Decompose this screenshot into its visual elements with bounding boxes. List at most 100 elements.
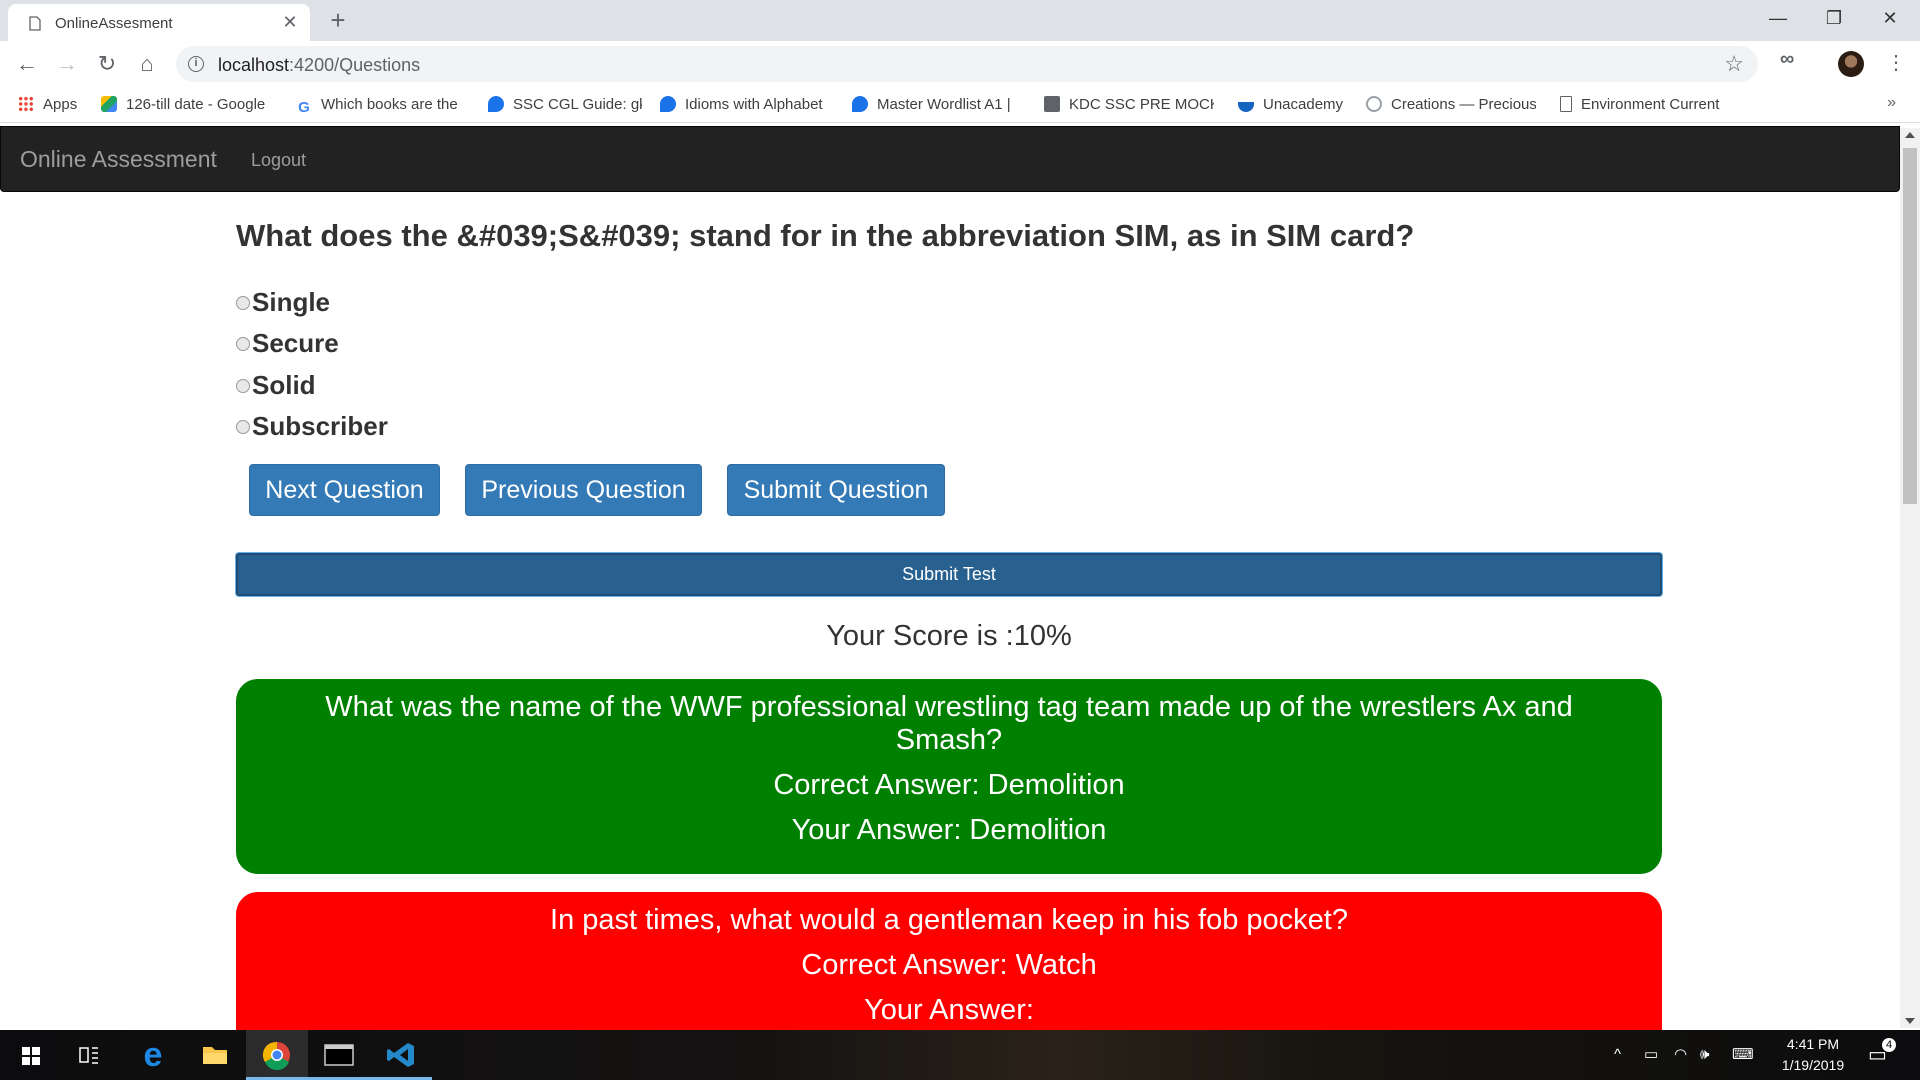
submit-test-button[interactable]: Submit Test [236,553,1662,596]
volume-icon[interactable]: 🕪 [1700,1030,1709,1080]
your-answer: Your Answer: [864,994,1034,1026]
bookmark-item[interactable]: Master Wordlist A1 | [852,96,1027,116]
terminal-icon [324,1044,354,1066]
option-label: Secure [252,328,339,358]
previous-question-button[interactable]: Previous Question [465,464,702,516]
vscode-icon [387,1043,414,1067]
radio-button[interactable] [236,379,250,393]
edge-taskbar-button[interactable]: e [122,1030,184,1080]
reload-icon[interactable]: ↻ [92,49,122,79]
apps-grid-icon [18,96,34,112]
file-explorer-taskbar-button[interactable] [184,1030,246,1080]
result-question: In past times, what would a gentleman ke… [550,904,1348,936]
wifi-icon[interactable]: ◠ [1674,1030,1687,1080]
bookmark-item[interactable]: Unacademy [1238,96,1358,116]
google-drive-icon [101,96,117,112]
scrollbar-thumb[interactable] [1903,148,1917,504]
correct-answer: Correct Answer: Watch [801,949,1097,981]
submit-question-button[interactable]: Submit Question [727,464,945,516]
next-question-button[interactable]: Next Question [249,464,440,516]
more-bookmarks-icon[interactable]: » [1887,94,1896,112]
unacademy-icon [1238,102,1254,112]
quiz-icon [660,96,676,112]
option-single[interactable]: Single [236,287,330,318]
keyboard-icon[interactable]: ⌨ [1732,1030,1754,1080]
bookmark-item[interactable]: Environment Current [1560,96,1730,116]
windows-taskbar: e [0,1030,1920,1080]
bookmark-label: Creations — Precious [1391,96,1536,113]
bookmark-label: Master Wordlist A1 | [877,96,1011,113]
question-title: What does the &#039;S&#039; stand for in… [236,218,1415,253]
bookmarks-bar: Apps 126-till date - Google G Which books… [0,87,1920,123]
radio-button[interactable] [236,296,250,310]
scroll-up-icon[interactable] [1905,132,1915,138]
show-hidden-icons[interactable]: ^ [1614,1030,1621,1080]
result-card-correct: What was the name of the WWF professiona… [236,679,1662,874]
new-tab-button[interactable]: + [324,6,352,34]
bookmark-label: SSC CGL Guide: gk [513,96,642,113]
bookmark-item[interactable]: Creations — Precious [1366,96,1536,116]
bookmark-label: Unacademy [1263,96,1344,113]
url-text[interactable]: localhost:4200/Questions [218,55,420,76]
logout-link[interactable]: Logout [251,150,306,171]
app-navbar: Online Assessment Logout [0,126,1900,192]
chrome-taskbar-button[interactable] [246,1030,308,1080]
notification-count: 4 [1882,1038,1896,1052]
bookmark-item[interactable]: KDC SSC PRE MOCK [1044,96,1214,116]
bookmark-label: Idioms with Alphabet [685,96,823,113]
terminal-taskbar-button[interactable] [308,1030,370,1080]
browser-toolbar: ← → ↻ ⌂ i localhost:4200/Questions ☆ [0,41,1920,87]
bookmark-star-icon[interactable]: ☆ [1724,51,1744,77]
result-card-wrong: In past times, what would a gentleman ke… [236,892,1662,1032]
home-icon[interactable]: ⌂ [132,49,162,79]
vscode-taskbar-button[interactable] [370,1030,432,1080]
bookmark-item[interactable]: 126-till date - Google [101,96,271,116]
bookmark-label: Apps [43,96,78,113]
brand-link[interactable]: Online Assessment [20,146,217,173]
bookmark-label: KDC SSC PRE MOCK [1069,96,1214,113]
radio-button[interactable] [236,337,250,351]
start-button[interactable] [0,1030,62,1080]
clock-date: 1/19/2019 [1781,1057,1845,1073]
option-subscriber[interactable]: Subscriber [236,411,388,442]
restore-icon[interactable]: ❐ [1806,0,1862,36]
edge-icon: e [143,1036,163,1074]
task-view-button[interactable] [58,1030,120,1080]
close-window-icon[interactable]: ✕ [1862,0,1918,36]
score-text: Your Score is :10% [826,620,1072,652]
browser-tab[interactable]: OnlineAssesment ✕ [8,4,310,41]
page-scrollbar[interactable] [1900,128,1920,1028]
minimize-icon[interactable]: — [1750,0,1806,36]
radio-button[interactable] [236,420,250,434]
bookmark-item[interactable]: Idioms with Alphabet [660,96,830,116]
scroll-down-icon[interactable] [1905,1018,1915,1024]
taskbar-clock[interactable]: 4:41 PM 1/19/2019 [1772,1034,1854,1076]
battery-icon[interactable]: ▭ [1644,1030,1658,1080]
wordpress-icon [1366,96,1382,112]
back-icon[interactable]: ← [12,49,42,79]
windows-logo-icon [22,1047,40,1065]
chrome-icon [262,1041,290,1070]
bookmark-item[interactable]: SSC CGL Guide: gk [488,96,642,116]
option-secure[interactable]: Secure [236,328,339,359]
address-bar[interactable]: i localhost:4200/Questions ☆ [176,46,1758,82]
close-tab-icon[interactable]: ✕ [280,12,300,32]
menu-kebab-icon[interactable]: ⋮ [1886,50,1906,75]
url-path: :4200/Questions [289,55,421,75]
forward-icon[interactable]: → [52,49,82,79]
option-label: Solid [252,370,316,400]
info-icon[interactable]: i [188,56,204,72]
option-solid[interactable]: Solid [236,370,316,401]
quiz-icon [852,96,868,112]
extension-icon[interactable]: ∞ [1780,48,1794,71]
task-view-icon [79,1047,98,1064]
profile-avatar[interactable] [1838,51,1864,77]
action-center-icon[interactable]: ▭ 4 [1868,1030,1898,1080]
google-icon: G [298,99,310,116]
url-host: localhost [218,55,290,75]
bookmark-item[interactable]: G Which books are the [296,96,464,116]
bookmark-apps[interactable]: Apps [18,96,77,116]
clock-time: 4:41 PM [1786,1036,1840,1052]
correct-answer: Correct Answer: Demolition [773,769,1125,801]
quiz-icon [488,96,504,112]
